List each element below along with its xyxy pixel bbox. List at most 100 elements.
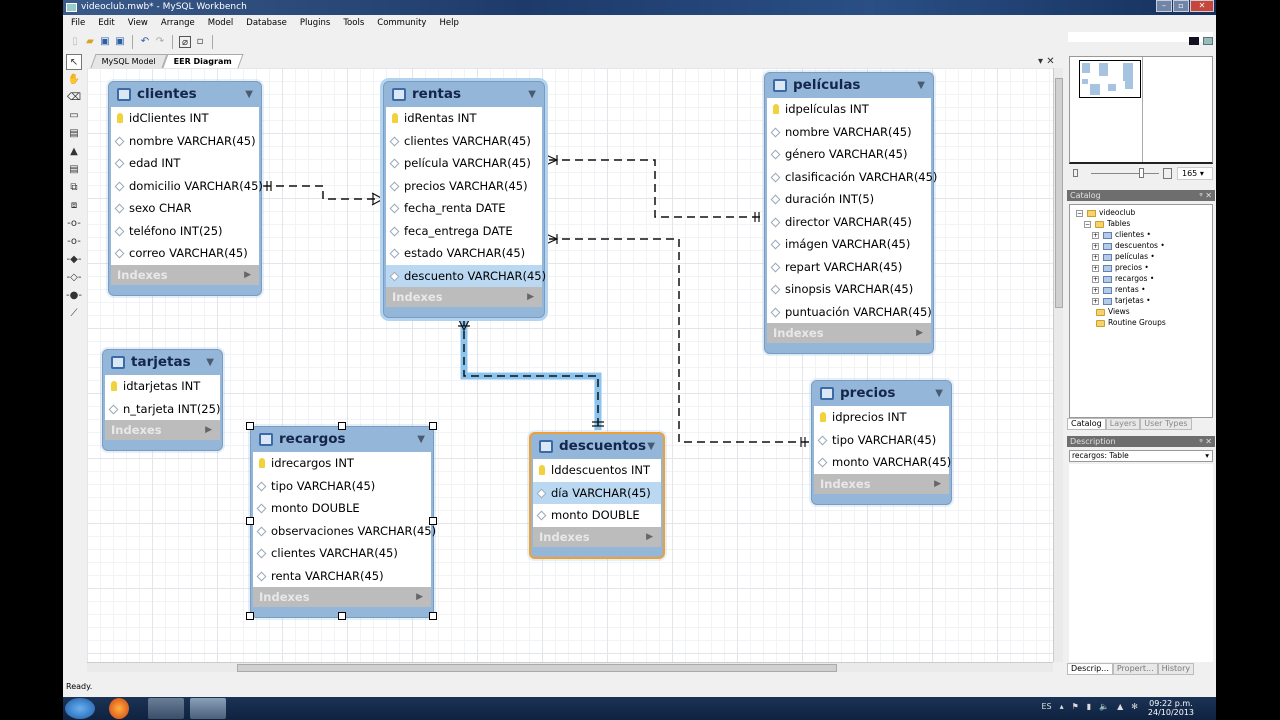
column-row[interactable]: monto VARCHAR(45) [814,451,951,474]
explorer-icon[interactable] [148,698,184,719]
menu-help[interactable]: Help [439,15,458,31]
language-indicator[interactable]: ES [1041,702,1051,711]
zoom-slider-handle[interactable] [1139,168,1144,178]
undo-icon[interactable]: ↶ [139,36,151,48]
column-row[interactable]: domicilio VARCHAR(45) [111,175,263,198]
column-row[interactable]: monto DOUBLE [253,497,431,520]
expand-arrow-icon[interactable]: ▶ [916,323,923,343]
tab-properties[interactable]: Propert... [1112,663,1158,675]
zoom-out-icon[interactable] [1073,169,1078,177]
zoom-level-select[interactable]: 165 ▾ [1177,167,1213,180]
collapse-triangle-icon[interactable]: ▼ [245,82,253,107]
panel-pin-close-icon[interactable]: ᵠ ✕ [1199,436,1212,447]
tab-user-types[interactable]: User Types [1140,418,1192,430]
resize-handle[interactable] [246,517,254,525]
tree-node-table[interactable]: + descuentos • [1092,240,1165,251]
resize-handle[interactable] [429,517,437,525]
menu-tools[interactable]: Tools [343,15,364,31]
scroll-thumb[interactable] [237,664,837,672]
vertical-scrollbar[interactable] [1053,68,1063,662]
menu-edit[interactable]: Edit [98,15,114,31]
resize-handle[interactable] [429,612,437,620]
column-row[interactable]: nombre VARCHAR(45) [767,121,931,144]
column-row[interactable]: estado VARCHAR(45) [386,242,542,265]
column-row[interactable]: n_tarjeta INT(25) [105,398,220,421]
relationship-rentas-peliculas[interactable] [549,159,763,218]
collapse-triangle-icon[interactable]: ▼ [528,82,536,107]
start-button[interactable] [65,698,95,719]
close-tab-icon[interactable]: ▾ ✕ [1038,56,1055,67]
hand-tool-icon[interactable]: ✋ [66,72,82,88]
tree-node-tables[interactable]: − Tables [1084,218,1130,229]
column-row[interactable]: renta VARCHAR(45) [253,565,431,588]
tree-node-table[interactable]: + precios • [1092,262,1149,273]
panel-pin-close-icon[interactable]: ᵠ ✕ [1199,190,1212,201]
tab-mysql-model[interactable]: MySQL Model [90,54,168,68]
column-row[interactable]: duración INT(5) [767,188,931,211]
relationship-clientes-rentas[interactable] [263,185,383,200]
note-icon[interactable]: ▤ [66,126,82,142]
table-clientes[interactable]: clientes ▼ idClientes INT nombre VARCHAR(… [108,81,263,296]
column-row[interactable]: clientes VARCHAR(45) [386,130,542,153]
table-tool-icon[interactable]: ▤ [66,162,82,178]
minimize-button[interactable]: – [1156,0,1172,12]
description-text-area[interactable] [1069,464,1213,662]
table-descuentos[interactable]: descuentos ▼ lddescuentos INT día VARCHAR… [529,432,665,559]
select-tool-icon[interactable]: ↖ [66,54,82,70]
expand-arrow-icon[interactable]: ▶ [527,287,534,307]
column-row[interactable]: sinopsis VARCHAR(45) [767,278,931,301]
eer-diagram-canvas[interactable]: clientes ▼ idClientes INT nombre VARCHAR(… [87,68,1053,662]
column-row[interactable]: género VARCHAR(45) [767,143,931,166]
column-row[interactable]: precios VARCHAR(45) [386,175,542,198]
redo-icon[interactable]: ↷ [154,36,166,48]
column-row[interactable]: feca_entrega DATE [386,220,542,243]
network-icon[interactable]: ▮ [1087,702,1091,711]
new-file-icon[interactable]: ▯ [69,36,81,48]
zoom-in-icon[interactable] [1163,168,1172,179]
menu-arrange[interactable]: Arrange [161,15,195,31]
panel-toggle-icon[interactable] [1203,37,1213,45]
indexes-section[interactable]: Indexes ▶ [814,473,949,494]
workbench-icon[interactable] [190,698,226,719]
menu-view[interactable]: View [128,15,148,31]
tree-node-table[interactable]: + películas • [1092,251,1155,262]
indexes-section[interactable]: Indexes ▶ [767,323,931,343]
column-row[interactable]: idpelículas INT [767,98,931,121]
column-row[interactable]: imágen VARCHAR(45) [767,233,931,256]
expand-arrow-icon[interactable]: ▶ [416,587,423,607]
resize-handle[interactable] [429,422,437,430]
column-row-highlighted[interactable]: descuento VARCHAR(45) [386,264,546,287]
table-tarjetas[interactable]: tarjetas ▼ idtarjetas INT n_tarjeta INT(2… [102,349,223,451]
description-object-select[interactable]: recargos: Table ▾ [1069,450,1213,462]
table-rentas[interactable]: rentas ▼ idRentas INT clientes VARCHAR(45… [383,81,546,318]
menu-file[interactable]: File [71,15,85,31]
show-hidden-icons[interactable]: ▴ [1060,702,1064,711]
firefox-icon[interactable] [109,698,129,719]
tree-node-views[interactable]: Views [1096,306,1130,317]
expand-arrow-icon[interactable]: ▶ [244,265,251,285]
relationship-1-1-identifying-icon[interactable]: -◆- [66,252,82,268]
routine-group-icon[interactable]: ⧈ [66,198,82,214]
indexes-section[interactable]: Indexes ▶ [111,264,259,285]
table-header[interactable]: clientes ▼ [109,82,261,107]
expand-arrow-icon[interactable]: ▶ [934,474,941,494]
close-button[interactable]: ✕ [1190,0,1214,12]
tree-node-table[interactable]: + clientes • [1092,229,1151,240]
eraser-icon[interactable]: ⌫ [66,90,82,106]
clock[interactable]: 09:22 p.m. 24/10/2013 [1148,699,1194,717]
relationship-existing-columns-icon[interactable]: ⟋ [66,306,82,322]
column-row[interactable]: lddescuentos INT [533,459,661,482]
toggle-grid-icon[interactable]: ⌀ [179,36,191,48]
relationship-n-m-icon[interactable]: -●- [66,288,82,304]
table-recargos[interactable]: recargos ▼ idrecargos INT tipo VARCHAR(45… [250,426,436,618]
table-precios[interactable]: precios ▼ idprecios INT tipo VARCHAR(45) … [811,380,952,505]
tree-node-table[interactable]: + recargos • [1092,273,1154,284]
column-row[interactable]: observaciones VARCHAR(45) [253,520,436,543]
column-row[interactable]: idtarjetas INT [105,375,220,398]
column-row[interactable]: tipo VARCHAR(45) [814,429,949,452]
resize-handle[interactable] [246,422,254,430]
table-header[interactable]: precios ▼ [812,381,951,406]
image-icon[interactable]: ▲ [66,144,82,160]
table-header[interactable]: descuentos ▼ [531,434,663,459]
column-row[interactable]: clientes VARCHAR(45) [253,542,431,565]
